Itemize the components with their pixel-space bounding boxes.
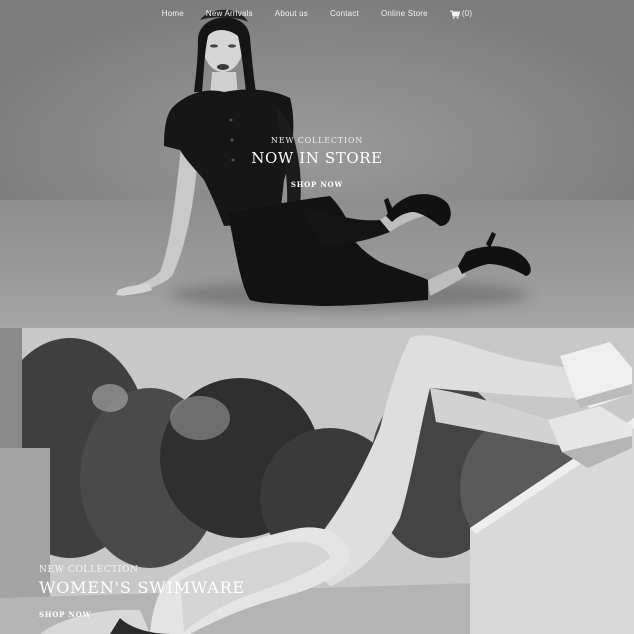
main-nav: Home New Arrivals About us Contact Onlin… [0, 7, 634, 21]
hero-now-in-store: Home New Arrivals About us Contact Onlin… [0, 0, 634, 328]
hero-title: NOW IN STORE [251, 149, 383, 167]
nav-contact[interactable]: Contact [330, 7, 359, 21]
swimware-eyebrow: NEW COLLECTION [39, 565, 139, 575]
shop-now-button[interactable]: SHOP NOW [0, 180, 634, 189]
nav-home[interactable]: Home [162, 7, 184, 21]
cart-icon [449, 9, 460, 19]
nav-about-us[interactable]: About us [275, 7, 308, 21]
hero-eyebrow: NEW COLLECTION [270, 136, 364, 145]
swimware-title: WOMEN'S SWIMWARE [39, 578, 245, 597]
nav-online-store[interactable]: Online Store [381, 7, 428, 21]
swimware-shop-now-button[interactable]: SHOP NOW [39, 610, 91, 619]
nav-new-arrivals[interactable]: New Arrivals [206, 7, 253, 21]
cart-count: (0) [461, 9, 473, 18]
cart-button[interactable]: (0) [449, 7, 473, 21]
